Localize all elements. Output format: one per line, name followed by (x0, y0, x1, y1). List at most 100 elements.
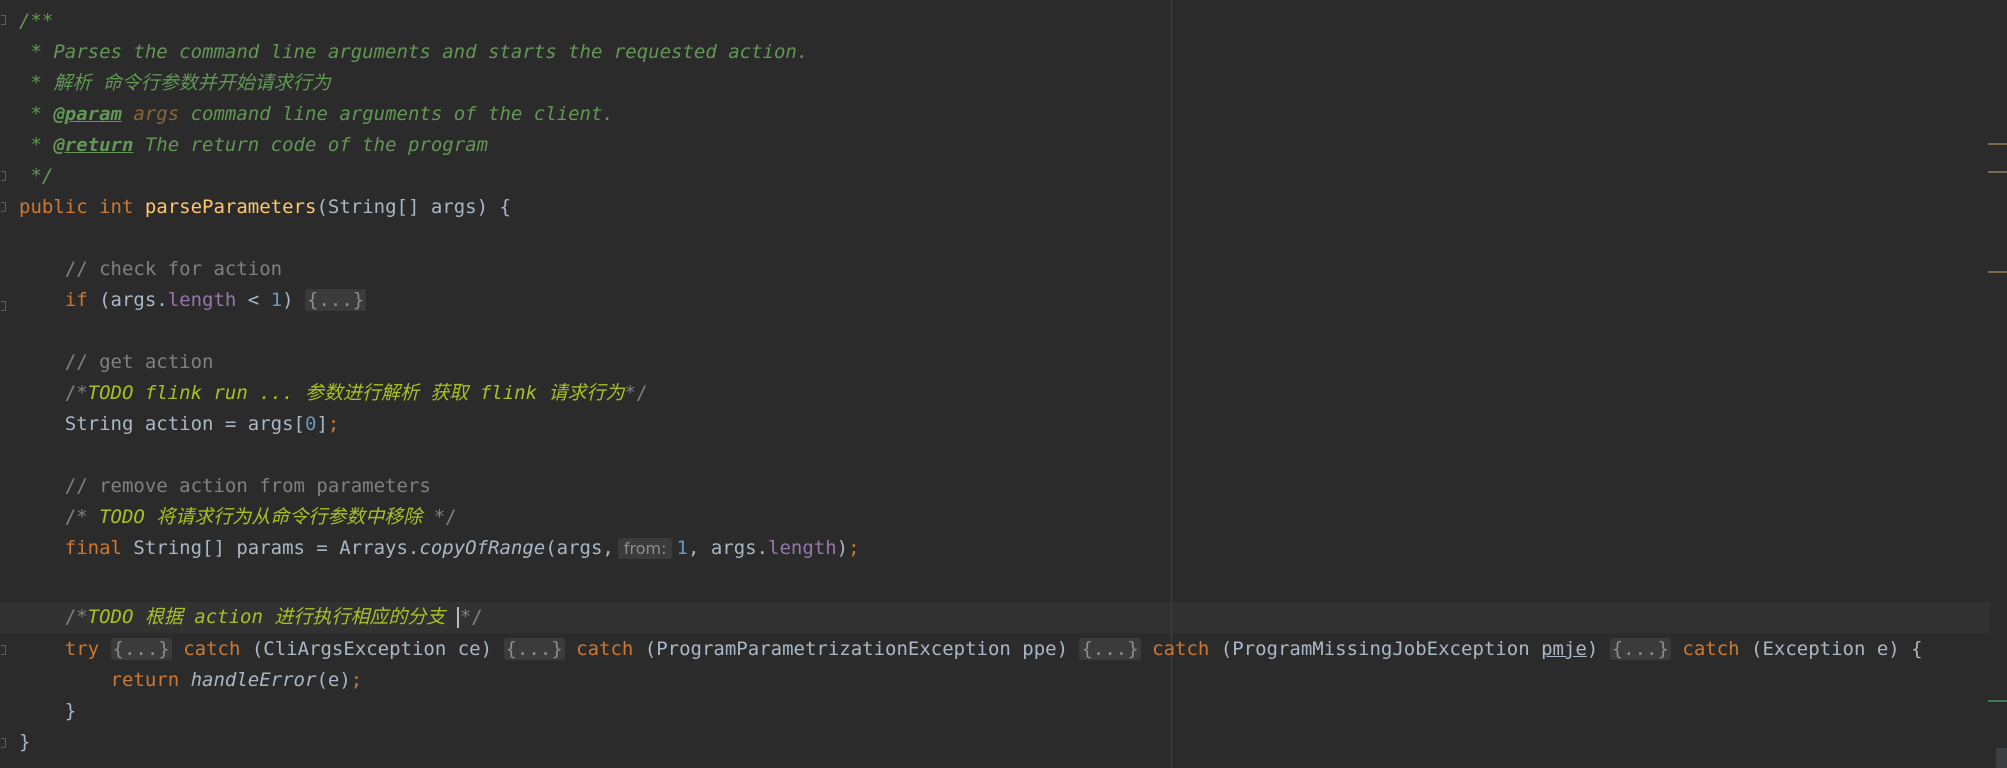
code-line[interactable]: if (args.length < 1) {...} (19, 285, 367, 316)
field-length: length (768, 537, 837, 559)
block-comment-open: /* (19, 606, 88, 628)
semicolon: ; (350, 669, 363, 691)
text-caret (456, 607, 459, 628)
code-line[interactable]: // check for action (19, 254, 282, 285)
block-comment-open: /* (19, 506, 100, 528)
code-line[interactable]: /*TODO flink run ... 参数进行解析 获取 flink 请求行… (19, 378, 648, 409)
gutter (0, 0, 14, 768)
doc-comment-star: * (19, 134, 54, 156)
todo-comment: TODO 将请求行为从命令行参数中移除 (99, 506, 423, 528)
code-line[interactable]: * @param args command line arguments of … (19, 99, 614, 130)
code-text: (args. (87, 289, 168, 311)
fold-toggle-icon[interactable] (1, 202, 6, 212)
number-literal: 0 (304, 413, 317, 435)
code-editor[interactable]: /** * Parses the command line arguments … (0, 0, 2007, 768)
code-line[interactable]: // get action (19, 347, 214, 378)
number-literal: 1 (676, 537, 688, 559)
method-name[interactable]: parseParameters (133, 196, 317, 218)
line-comment: // check for action (19, 258, 283, 280)
semicolon: ; (327, 413, 340, 435)
fold-toggle-icon[interactable] (1, 171, 6, 181)
keyword-return: return (19, 669, 180, 691)
doc-comment-text: The return code of the program (133, 134, 489, 156)
code-text: ) (1586, 638, 1610, 660)
block-comment-close: */ (422, 506, 457, 528)
code-line[interactable]: String action = args[0]; (19, 409, 340, 440)
code-line[interactable]: // remove action from parameters (19, 471, 431, 502)
closing-brace: } (19, 700, 77, 722)
error-stripe-marker[interactable] (1988, 700, 2007, 702)
code-text: String[] params = Arrays. (121, 537, 420, 559)
code-line[interactable]: } (19, 696, 76, 727)
code-line[interactable]: /** (19, 6, 53, 37)
code-text: (ProgramParametrizationException ppe) (633, 638, 1080, 660)
block-comment-close: */ (624, 382, 648, 404)
folded-block[interactable]: {...} (110, 638, 172, 660)
number-literal: 1 (270, 289, 283, 311)
doc-comment-start: /** (19, 10, 54, 32)
code-text: (e) (316, 669, 351, 691)
code-text: (CliArgsException ce) (240, 638, 504, 660)
folded-block[interactable]: {...} (1609, 638, 1671, 660)
folded-block[interactable]: {...} (1079, 638, 1141, 660)
code-line[interactable]: * @return The return code of the program (19, 130, 488, 161)
keyword-if: if (19, 289, 88, 311)
code-line[interactable]: * 解析 命令行参数并开始请求行为 (19, 68, 331, 99)
javadoc-param-tag[interactable]: @param (53, 103, 122, 125)
scrollbar-corner (1996, 748, 2007, 768)
fold-toggle-icon[interactable] (1, 738, 6, 748)
doc-comment-text: * Parses the command line arguments and … (19, 41, 809, 63)
keyword-catch: catch (183, 638, 241, 660)
code-text: (args, (545, 537, 614, 559)
fold-toggle-icon[interactable] (1, 301, 6, 311)
code-line[interactable]: * Parses the command line arguments and … (19, 37, 808, 68)
fold-toggle-icon[interactable] (1, 15, 6, 25)
code-text: ) (282, 289, 306, 311)
line-comment: // remove action from parameters (19, 475, 431, 497)
code-text: ] (316, 413, 328, 435)
unused-variable[interactable]: pmje (1541, 638, 1587, 660)
code-text: (ProgramMissingJobException (1209, 638, 1542, 660)
fold-toggle-icon[interactable] (1, 645, 6, 655)
code-line[interactable]: public int parseParameters(String[] args… (19, 192, 511, 223)
static-method-call[interactable]: copyOfRange (419, 537, 545, 559)
block-comment-open: /* (19, 382, 88, 404)
code-line[interactable]: */ (19, 161, 53, 192)
code-text: < (236, 289, 271, 311)
error-stripe-marker[interactable] (1988, 143, 2007, 145)
code-line[interactable]: final String[] params = Arrays.copyOfRan… (19, 533, 860, 564)
code-text: (Exception e) { (1739, 638, 1923, 660)
semicolon: ; (848, 537, 860, 559)
code-line[interactable]: try {...} catch (CliArgsException ce) {.… (19, 634, 1923, 665)
code-line[interactable]: /* TODO 将请求行为从命令行参数中移除 */ (19, 502, 457, 533)
code-line[interactable]: /*TODO 根据 action 进行执行相应的分支 */ (19, 602, 483, 633)
field-length: length (167, 289, 237, 311)
line-comment: // get action (19, 351, 214, 373)
keyword-public: public (19, 196, 88, 218)
method-call[interactable]: handleError (179, 669, 317, 691)
error-stripe-marker[interactable] (1988, 171, 2007, 173)
doc-comment-text: command line arguments of the client. (179, 103, 614, 125)
keyword-int: int (87, 196, 134, 218)
code-line[interactable]: } (19, 727, 30, 758)
keyword-catch: catch (1152, 638, 1210, 660)
doc-comment-text: * 解析 命令行参数并开始请求行为 (19, 72, 331, 94)
code-text: String action = args[ (19, 413, 305, 435)
javadoc-return-tag[interactable]: @return (53, 134, 133, 156)
javadoc-param-name: args (121, 103, 180, 125)
keyword-catch: catch (576, 638, 634, 660)
keyword-try: try (19, 638, 100, 660)
todo-comment: TODO 根据 action 进行执行相应的分支 (87, 606, 457, 628)
doc-comment-end: */ (19, 165, 54, 187)
parameter-hint: from: (617, 538, 673, 559)
keyword-final: final (19, 537, 122, 559)
todo-comment: TODO flink run ... 参数进行解析 获取 flink 请求行为 (87, 382, 625, 404)
code-text: ) (836, 537, 849, 559)
block-comment-close: */ (459, 606, 483, 628)
folded-block[interactable]: {...} (503, 638, 565, 660)
doc-comment-star: * (19, 103, 54, 125)
error-stripe-marker[interactable] (1988, 271, 2007, 273)
closing-brace: } (19, 731, 31, 753)
folded-block[interactable]: {...} (305, 289, 367, 311)
code-line[interactable]: return handleError(e); (19, 665, 363, 696)
